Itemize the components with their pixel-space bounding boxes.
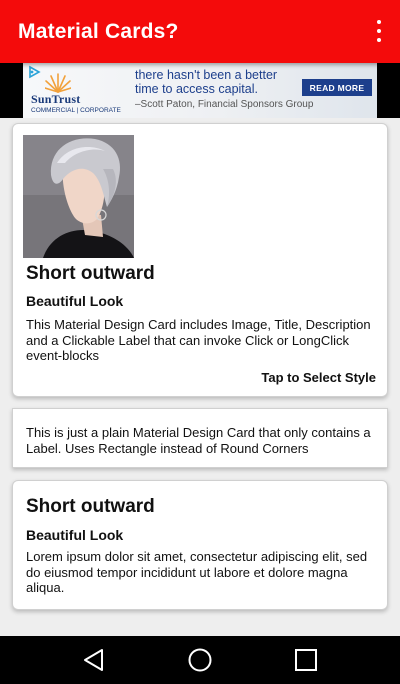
card-title: Short outward	[26, 496, 155, 517]
sun-rays-icon	[45, 73, 71, 93]
card-description: Lorem ipsum dolor sit amet, consectetur …	[26, 549, 368, 595]
ad-headline: there hasn't been a better time to acces…	[135, 68, 278, 96]
text-card: Short outward Beautiful Look Lorem ipsum…	[12, 480, 388, 610]
card-list[interactable]: Short outward Beautiful Look This Materi…	[0, 118, 400, 636]
more-vert-icon[interactable]	[372, 20, 386, 42]
card-description: This is just a plain Material Design Car…	[26, 425, 371, 456]
card-subtitle: Beautiful Look	[26, 293, 124, 309]
card-description: This Material Design Card includes Image…	[26, 317, 371, 363]
ad-strip: SunTrust COMMERCIAL | CORPORATE there ha…	[0, 63, 400, 118]
ad-banner[interactable]: SunTrust COMMERCIAL | CORPORATE there ha…	[23, 63, 377, 118]
image-card[interactable]: Short outward Beautiful Look This Materi…	[12, 123, 388, 397]
ad-quote: –Scott Paton, Financial Sponsors Group	[135, 99, 314, 110]
ad-brand: SunTrust	[31, 92, 81, 106]
home-circle-icon[interactable]	[188, 648, 212, 672]
suntrust-logo: SunTrust COMMERCIAL | CORPORATE	[31, 71, 121, 115]
app-bar: Material Cards?	[0, 0, 400, 63]
navigation-bar	[0, 636, 400, 684]
ad-read-more-button[interactable]: READ MORE	[302, 79, 372, 96]
card-subtitle: Beautiful Look	[26, 527, 124, 543]
back-triangle-icon[interactable]	[82, 648, 106, 672]
select-style-link[interactable]: Tap to Select Style	[261, 370, 376, 385]
ad-brand-sub: COMMERCIAL | CORPORATE	[31, 107, 121, 114]
label-card: This is just a plain Material Design Car…	[12, 408, 388, 468]
recents-square-icon[interactable]	[294, 648, 318, 672]
app-title: Material Cards?	[18, 19, 179, 43]
card-title: Short outward	[26, 263, 155, 284]
short-haircut-photo	[23, 135, 134, 258]
